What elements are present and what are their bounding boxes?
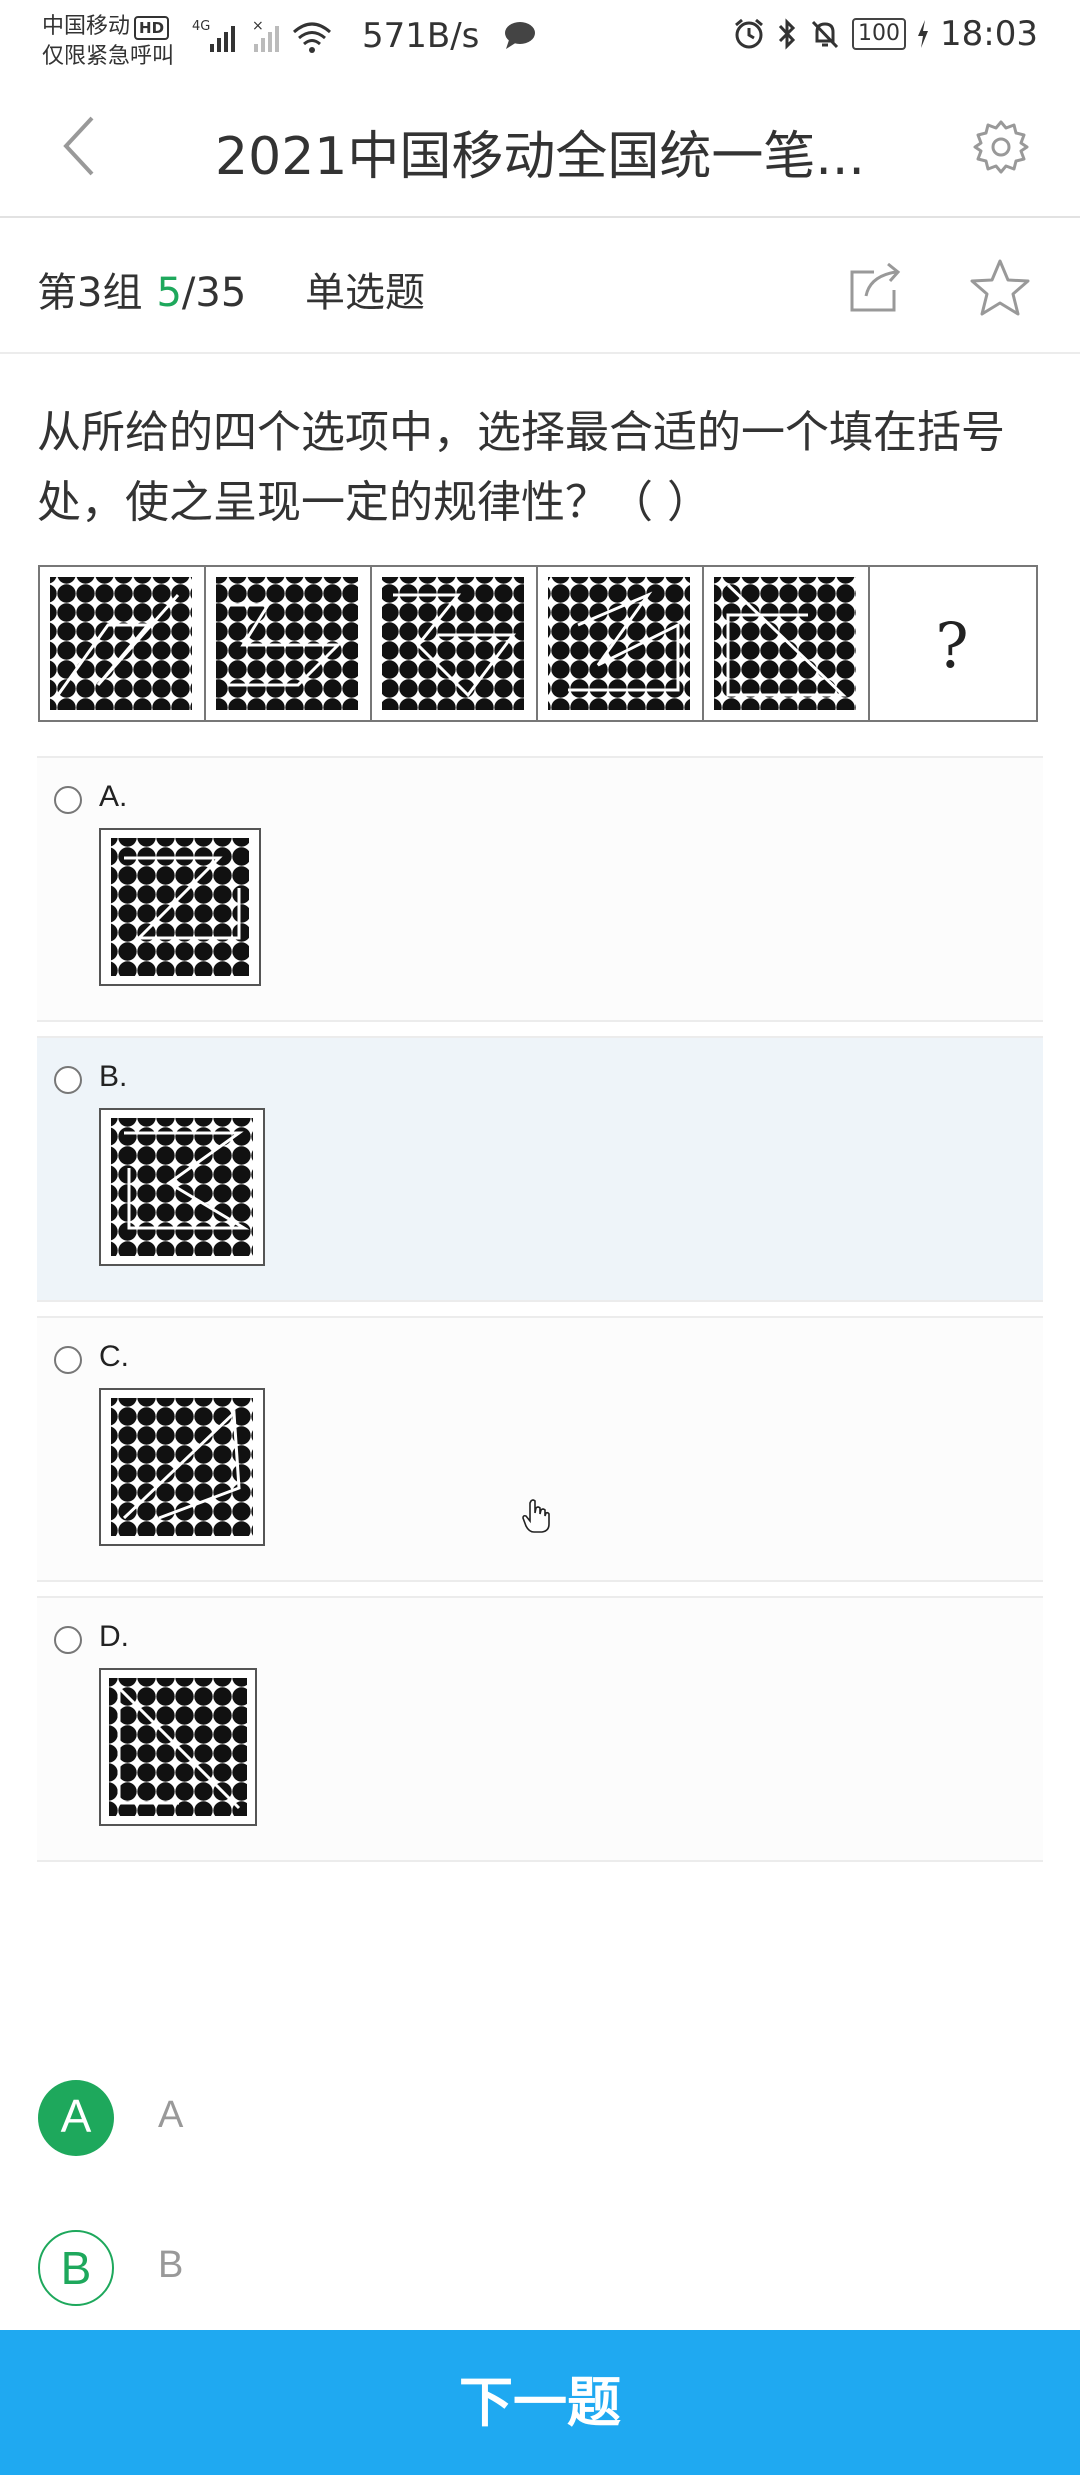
answer-choice-a[interactable]: A A	[38, 2080, 638, 2160]
alarm-icon	[735, 18, 763, 49]
emergency-calls-label: 仅限紧急呼叫	[42, 44, 175, 69]
network-type-label: 4G	[192, 19, 210, 34]
option-b-figure	[99, 1108, 265, 1270]
radio-button[interactable]	[54, 1626, 82, 1654]
pattern-figure-2	[216, 577, 358, 710]
option-a[interactable]: A.	[37, 756, 1043, 1022]
option-label: D.	[99, 1620, 129, 1653]
pattern-figure-4	[548, 577, 690, 710]
share-icon	[850, 262, 901, 312]
option-label: B.	[99, 1060, 128, 1093]
group-progress: 第3组 5/35	[37, 260, 246, 318]
hd-badge: HD	[134, 16, 170, 40]
current-question-number: 5	[156, 270, 182, 316]
question-mark-placeholder: ?	[935, 609, 968, 682]
back-button[interactable]	[50, 106, 120, 186]
question-text: 从所给的四个选项中，选择最合适的一个填在括号处，使之呈现一定的规律性？（ ）	[37, 407, 1005, 528]
share-button[interactable]	[846, 260, 906, 316]
status-bar: 中国移动 HD 仅限紧急呼叫 4G × 571B/s 100 18:03	[0, 0, 1080, 78]
clock: 18:03	[940, 14, 1038, 54]
status-icons: 100 18:03	[732, 14, 1038, 54]
option-label: A.	[99, 780, 128, 813]
radio-button[interactable]	[54, 1346, 82, 1374]
answer-choice-b[interactable]: B B	[38, 2230, 638, 2310]
answer-circle-a[interactable]: A	[38, 2080, 114, 2156]
app-header: 2021中国移动全国统一笔...	[0, 78, 1080, 218]
chat-bubble-icon	[503, 20, 537, 54]
answer-text-b: B	[158, 2244, 184, 2286]
chevron-left-icon	[63, 116, 94, 176]
signal-icon: 4G ×	[190, 14, 340, 62]
favorite-button[interactable]	[968, 256, 1032, 320]
question-figure: ?	[38, 565, 1038, 722]
page-title: 2021中国移动全国统一笔...	[215, 127, 865, 187]
hand-cursor-icon	[522, 1498, 550, 1538]
star-icon	[970, 259, 1030, 316]
option-c[interactable]: C.	[37, 1316, 1043, 1582]
mute-bell-icon	[811, 20, 839, 49]
total-questions: /35	[181, 270, 247, 316]
pattern-figure-1	[50, 577, 192, 710]
pattern-figure-3	[382, 577, 524, 710]
gear-icon	[973, 120, 1029, 174]
option-b[interactable]: B.	[37, 1036, 1043, 1302]
radio-button[interactable]	[54, 1066, 82, 1094]
question-type-label: 单选题	[305, 270, 425, 316]
carrier-name: 中国移动 HD	[42, 8, 170, 40]
bluetooth-icon	[778, 18, 796, 50]
charging-icon	[918, 20, 929, 48]
option-a-figure	[99, 828, 261, 990]
answer-circle-b[interactable]: B	[38, 2230, 114, 2306]
battery-icon: 100	[852, 18, 907, 50]
next-question-button[interactable]: 下一题	[0, 2330, 1080, 2475]
option-d-figure	[99, 1668, 257, 1830]
settings-button[interactable]	[970, 116, 1032, 178]
group-label: 第3组	[37, 270, 143, 316]
question-info-bar: 第3组 5/35 单选题	[0, 218, 1080, 354]
option-label: C.	[99, 1340, 129, 1373]
radio-button[interactable]	[54, 786, 82, 814]
option-d[interactable]: D.	[37, 1596, 1043, 1862]
pattern-figure-5	[714, 577, 856, 710]
answer-text-a: A	[158, 2094, 184, 2136]
svg-text:×: ×	[252, 18, 264, 34]
wifi-icon	[293, 22, 331, 46]
carrier-label: 中国移动	[42, 14, 131, 39]
net-speed: 571B/s	[362, 16, 480, 56]
option-c-figure	[99, 1388, 265, 1550]
